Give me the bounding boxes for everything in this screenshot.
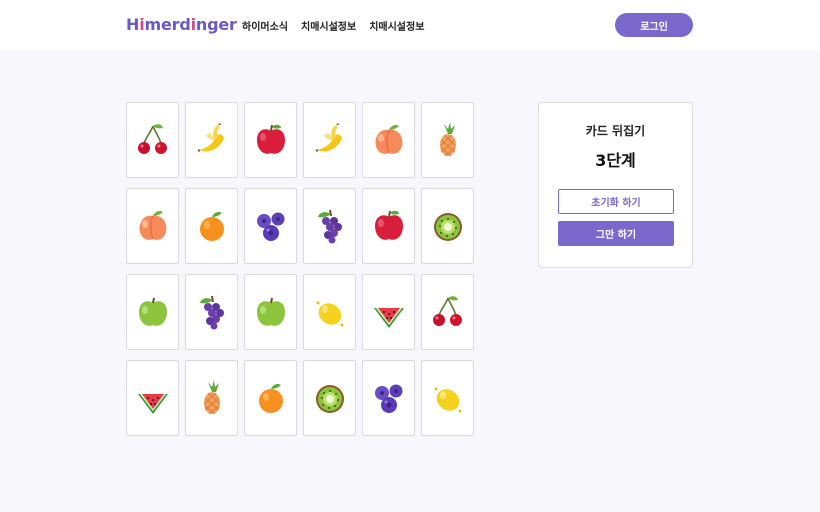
pineapple-icon	[439, 122, 456, 157]
nav-link-facility-info-2[interactable]: 치매시설정보	[369, 18, 424, 33]
fruit-card[interactable]	[421, 274, 474, 350]
cherry-icon	[432, 296, 462, 326]
fruit-card[interactable]	[303, 360, 356, 436]
fruit-card[interactable]	[126, 360, 179, 436]
fruit-card[interactable]	[185, 188, 238, 264]
game-title: 카드 뒤집기	[585, 124, 646, 138]
fruit-card[interactable]	[303, 188, 356, 264]
fruit-card[interactable]	[185, 360, 238, 436]
banana-icon	[315, 123, 342, 152]
top-header: Himerdinger 하이머소식 치매시설정보 치매시설정보 로그인	[0, 0, 820, 50]
watermelon-icon	[373, 308, 404, 328]
main-nav: 하이머소식 치매시설정보 치매시설정보	[242, 18, 424, 33]
apple-icon	[256, 124, 285, 154]
fruit-card[interactable]	[244, 188, 297, 264]
reset-button[interactable]: 초기화 하기	[558, 189, 674, 214]
fruit-card[interactable]	[421, 360, 474, 436]
cherry-icon	[137, 124, 167, 154]
fruit-card[interactable]	[126, 274, 179, 350]
lemon-icon	[433, 387, 462, 413]
login-button[interactable]: 로그인	[615, 13, 693, 37]
green-apple-icon	[256, 297, 285, 326]
quit-button[interactable]: 그만 하기	[558, 221, 674, 246]
fruit-card[interactable]	[126, 188, 179, 264]
fruit-card[interactable]	[244, 274, 297, 350]
fruit-card[interactable]	[244, 102, 297, 178]
banana-icon	[197, 123, 224, 152]
fruit-card[interactable]	[421, 188, 474, 264]
grape-icon	[317, 209, 342, 244]
kiwi-icon	[433, 213, 462, 241]
blueberry-icon	[256, 212, 284, 241]
grape-icon	[199, 295, 224, 330]
card-grid	[126, 102, 474, 436]
nav-link-facility-info[interactable]: 치매시설정보	[301, 18, 356, 33]
game-panel: 카드 뒤집기 3단계 초기화 하기 그만 하기	[538, 102, 693, 268]
fruit-card[interactable]	[126, 102, 179, 178]
fruit-card[interactable]	[421, 102, 474, 178]
apple-icon	[374, 210, 403, 240]
fruit-card[interactable]	[362, 102, 415, 178]
himerdinger-logo[interactable]: Himerdinger	[126, 15, 237, 34]
peach-icon	[139, 211, 166, 240]
fruit-card[interactable]	[362, 188, 415, 264]
pineapple-icon	[203, 380, 220, 415]
fruit-card[interactable]	[303, 102, 356, 178]
fruit-card[interactable]	[185, 102, 238, 178]
peach-icon	[375, 125, 402, 154]
green-apple-icon	[138, 297, 167, 326]
orange-icon	[199, 212, 224, 241]
orange-icon	[258, 384, 283, 413]
nav-link-news[interactable]: 하이머소식	[242, 18, 288, 33]
fruit-card[interactable]	[303, 274, 356, 350]
blueberry-icon	[374, 384, 402, 413]
watermelon-icon	[137, 394, 168, 414]
fruit-card[interactable]	[244, 360, 297, 436]
fruit-card[interactable]	[362, 360, 415, 436]
lemon-icon	[315, 301, 344, 327]
fruit-card[interactable]	[362, 274, 415, 350]
kiwi-icon	[315, 385, 344, 413]
fruit-card[interactable]	[185, 274, 238, 350]
game-level: 3단계	[595, 151, 636, 170]
